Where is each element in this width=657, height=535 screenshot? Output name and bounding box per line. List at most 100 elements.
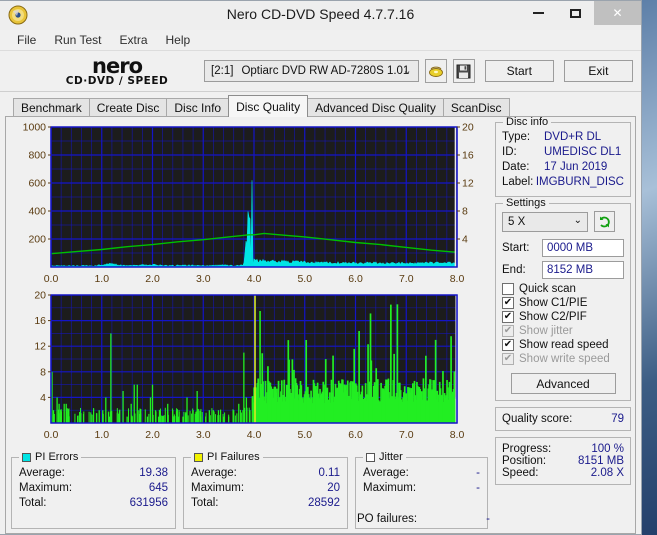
start-button[interactable]: Start — [485, 60, 554, 82]
menu-item-extra[interactable]: Extra — [110, 32, 156, 48]
value: 645 — [149, 481, 168, 496]
checkbox-show-jitter: ✔ Show jitter — [502, 325, 624, 337]
svg-text:0.0: 0.0 — [44, 273, 59, 285]
tab-content-disc-quality: 200 400 600 800 1000 4 8 12 16 20 0.0 1.0 2.0 3.0 4.… — [5, 116, 636, 534]
drive-index-label: [2:1] — [211, 65, 233, 77]
disc-id-row: ID: UMEDISC DL1 — [502, 145, 624, 160]
quality-score-row: Quality score: 79 — [502, 413, 624, 425]
svg-text:8: 8 — [462, 206, 468, 218]
end-input[interactable]: 8152 MB — [542, 261, 624, 279]
pi-failures-total-row: Total: 28592 — [191, 496, 340, 511]
svg-text:20: 20 — [34, 290, 46, 302]
label: Maximum: — [19, 481, 72, 496]
svg-text:8.0: 8.0 — [450, 273, 465, 285]
label: Average: — [363, 466, 409, 481]
po-failures-row: PO failures: - — [357, 513, 490, 525]
quality-score-value: 79 — [611, 413, 624, 425]
svg-text:0.0: 0.0 — [44, 429, 59, 441]
tab-disc-info[interactable]: Disc Info — [166, 98, 229, 117]
maximize-button[interactable] — [557, 1, 594, 25]
label: Average: — [19, 466, 65, 481]
value: - — [476, 481, 480, 496]
svg-text:6.0: 6.0 — [348, 429, 363, 441]
drive-select[interactable]: [2:1] Optiarc DVD RW AD-7280S 1.01 ⌄ — [204, 60, 419, 82]
po-failures-label: PO failures: — [357, 513, 417, 525]
checkbox-label: Show C1/PIE — [519, 297, 587, 309]
tab-create-disc[interactable]: Create Disc — [89, 98, 168, 117]
label: Average: — [191, 466, 237, 481]
position-label: Position: — [502, 455, 546, 467]
settings-group: Settings 5 X ⌄ Start: 0000 MB End: 8152 … — [495, 203, 631, 401]
save-button[interactable] — [453, 59, 475, 83]
svg-text:8: 8 — [40, 366, 46, 378]
svg-text:1.0: 1.0 — [94, 273, 109, 285]
pi-errors-average-row: Average: 19.38 — [19, 466, 168, 481]
pi-failures-color-swatch — [194, 453, 203, 462]
settings-title: Settings — [503, 197, 549, 209]
start-input[interactable]: 0000 MB — [542, 239, 624, 257]
svg-text:16: 16 — [462, 150, 474, 162]
svg-text:200: 200 — [28, 234, 46, 246]
right-panel: Disc info Type: DVD+R DL ID: UMEDISC DL1… — [495, 122, 631, 529]
value: DVD+R DL — [544, 130, 601, 145]
refresh-button[interactable] — [594, 211, 615, 232]
svg-text:4.0: 4.0 — [247, 429, 262, 441]
svg-text:600: 600 — [28, 178, 46, 190]
exit-button[interactable]: Exit — [564, 60, 633, 82]
checkbox-label: Quick scan — [519, 283, 576, 295]
eject-disc-button[interactable] — [425, 59, 447, 83]
menu-item-file[interactable]: File — [8, 32, 45, 48]
minimize-icon — [533, 12, 544, 14]
toolbar: nero CD·DVD ∕ SPEED [2:1] Optiarc DVD RW… — [0, 51, 641, 92]
label: Maximum: — [363, 481, 416, 496]
start-field-row: Start: 0000 MB — [502, 239, 624, 257]
checkbox-show-read-speed[interactable]: ✔ Show read speed — [502, 339, 624, 351]
svg-text:3.0: 3.0 — [196, 429, 211, 441]
checkbox-icon: ✔ — [502, 353, 514, 365]
chevron-down-icon: ⌄ — [574, 215, 582, 226]
value: 19.38 — [139, 466, 168, 481]
tab-bar: Benchmark Create Disc Disc Info Disc Qua… — [0, 92, 641, 116]
close-button[interactable]: ✕ — [594, 1, 641, 25]
menu-item-help[interactable]: Help — [157, 32, 200, 48]
value: 28592 — [308, 496, 340, 511]
checkbox-icon: ✔ — [502, 339, 514, 351]
position-row: Position: 8151 MB — [502, 455, 624, 467]
checkbox-quick-scan[interactable]: Quick scan — [502, 283, 624, 295]
checkbox-show-c1-pie[interactable]: ✔ Show C1/PIE — [502, 297, 624, 309]
eject-disc-icon — [428, 63, 444, 79]
svg-text:4: 4 — [462, 234, 468, 246]
speed-label: Speed: — [502, 467, 538, 479]
checkbox-show-write-speed: ✔ Show write speed — [502, 353, 624, 365]
speed-select-value: 5 X — [508, 216, 525, 228]
jitter-maximum-row: Maximum: - — [363, 481, 480, 496]
svg-text:16: 16 — [34, 315, 46, 327]
tab-advanced-disc-quality[interactable]: Advanced Disc Quality — [307, 98, 444, 117]
jitter-average-row: Average: - — [363, 466, 480, 481]
checkbox-show-c2-pif[interactable]: ✔ Show C2/PIF — [502, 311, 624, 323]
speed-select[interactable]: 5 X ⌄ — [502, 212, 588, 232]
menu-item-run-test[interactable]: Run Test — [45, 32, 110, 48]
pi-errors-total-row: Total: 631956 — [19, 496, 168, 511]
pi-failures-stats: PI Failures Average: 0.11 Maximum: 20 To… — [183, 457, 348, 529]
value: 17 Jun 2019 — [544, 160, 607, 175]
advanced-button[interactable]: Advanced — [511, 373, 616, 394]
value: 0.11 — [318, 466, 340, 481]
checkbox-label: Show write speed — [519, 353, 610, 365]
quality-score-label: Quality score: — [502, 413, 572, 425]
minimize-button[interactable] — [520, 1, 557, 25]
tab-benchmark[interactable]: Benchmark — [13, 98, 90, 117]
svg-text:6.0: 6.0 — [348, 273, 363, 285]
checkbox-label: Show read speed — [519, 339, 609, 351]
po-failures-value: - — [486, 513, 490, 525]
tab-scandisc[interactable]: ScanDisc — [443, 98, 510, 117]
speed-row-readout: Speed: 2.08 X — [502, 467, 624, 479]
tab-disc-quality[interactable]: Disc Quality — [228, 95, 308, 117]
disc-date-row: Date: 17 Jun 2019 — [502, 160, 624, 175]
checkbox-label: Show jitter — [519, 325, 573, 337]
close-icon: ✕ — [612, 6, 622, 20]
disc-label-row: Label: IMGBURN_DISC — [502, 175, 624, 190]
label: Total: — [19, 496, 47, 511]
svg-text:400: 400 — [28, 206, 46, 218]
value: UMEDISC DL1 — [544, 145, 621, 160]
